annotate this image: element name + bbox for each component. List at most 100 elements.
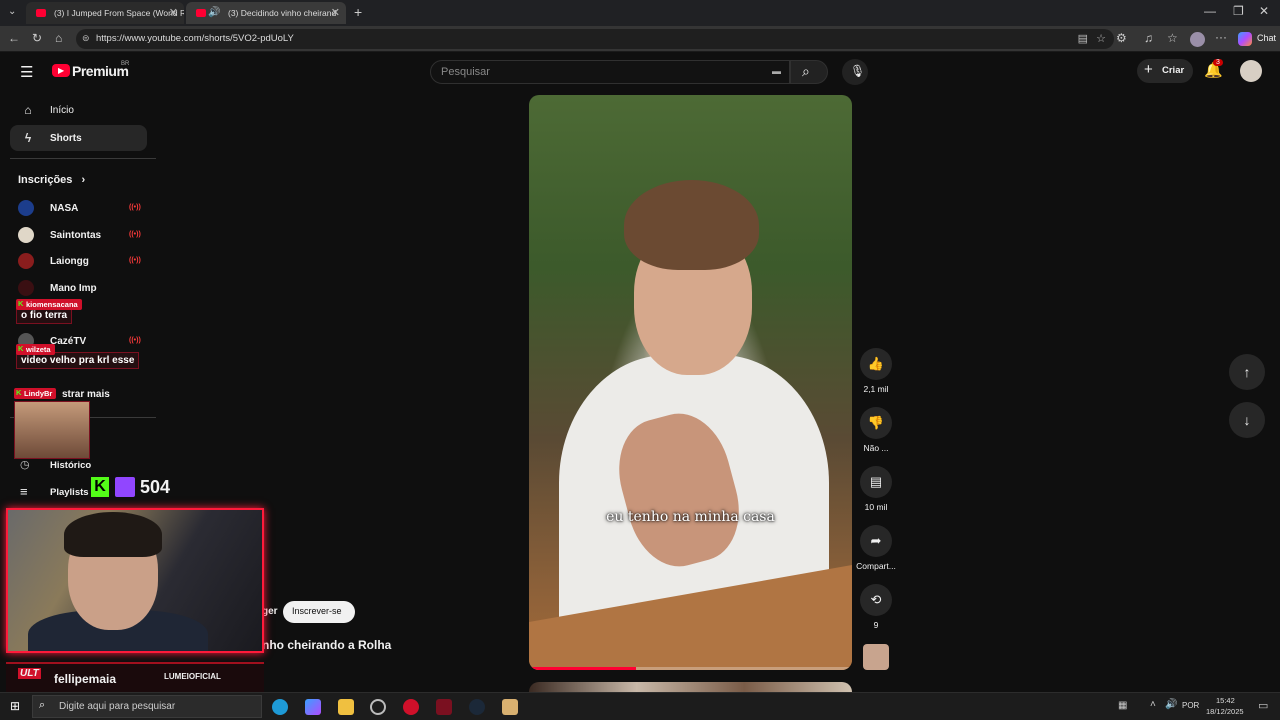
- plus-icon: +: [1144, 61, 1153, 78]
- subscription-item[interactable]: NASA ((•)): [18, 198, 141, 218]
- voice-search-button[interactable]: 🎙: [842, 59, 868, 85]
- copilot-icon[interactable]: [1238, 32, 1252, 46]
- url-field[interactable]: ⊜ https://www.youtube.com/shorts/5VO2-pd…: [76, 29, 1114, 49]
- extensions-icon[interactable]: ⚙: [1116, 31, 1127, 45]
- search-input[interactable]: Pesquisar ▬: [430, 60, 790, 84]
- remix-count: 9: [873, 620, 879, 630]
- taskbar-search-placeholder: Digite aqui para pesquisar: [59, 701, 176, 712]
- more-menu-icon[interactable]: ···: [1215, 30, 1227, 44]
- pinned-app-icon[interactable]: [502, 699, 518, 715]
- chat-username: wilzeta: [16, 344, 55, 355]
- chat-label[interactable]: Chat: [1257, 33, 1276, 43]
- tab-title: (3) I Jumped From Space (World R: [54, 8, 184, 18]
- sidebar-item-shorts[interactable]: ϟ Shorts: [10, 125, 147, 151]
- sidebar-item-label: Início: [50, 104, 74, 116]
- youtube-favicon-icon: [36, 9, 46, 17]
- close-window-icon[interactable]: ✕: [1259, 4, 1269, 18]
- tab-jumped-from-space[interactable]: (3) I Jumped From Space (World R ✕: [26, 2, 184, 24]
- sidebar-item-playlists[interactable]: Playlists: [50, 487, 89, 498]
- subscribe-label: Inscrever-se: [292, 606, 342, 616]
- video-caption: eu tenho na minha casa: [606, 509, 775, 525]
- video-progress-bar[interactable]: [529, 667, 852, 670]
- next-short-button[interactable]: ↓: [1229, 402, 1265, 438]
- channel-avatar: [18, 253, 34, 269]
- profile-avatar[interactable]: [1190, 32, 1205, 47]
- subscription-item[interactable]: Saintontas ((•)): [18, 225, 141, 245]
- keyboard-tray-icon[interactable]: ▦: [1118, 700, 1127, 711]
- previous-short-button[interactable]: ↑: [1229, 354, 1265, 390]
- reader-mode-icon[interactable]: ▤: [1078, 32, 1088, 45]
- chat-message: LindyBr: [14, 388, 90, 459]
- clock-date[interactable]: 18/12/2025: [1206, 707, 1244, 716]
- favorites-icon[interactable]: ☆: [1167, 31, 1178, 45]
- live-indicator-icon: ((•)): [129, 204, 141, 211]
- streamer-name-bar: ULT fellipemaia LUMEIOFICIAL: [6, 662, 264, 692]
- subscription-item[interactable]: Laiongg ((•)): [18, 251, 141, 271]
- remix-button[interactable]: ⟲ 9: [856, 584, 896, 630]
- arrow-down-icon: ↓: [1243, 412, 1251, 428]
- audio-thumbnail[interactable]: [863, 644, 889, 670]
- chevron-up-icon[interactable]: ˄: [1150, 699, 1156, 710]
- shorts-video-player[interactable]: eu tenho na minha casa: [529, 95, 852, 670]
- close-tab-icon[interactable]: ✕: [331, 6, 340, 19]
- new-tab-icon[interactable]: +: [354, 4, 362, 20]
- chat-message: kiomensacana o fio terra: [16, 299, 82, 324]
- video-frame-hair: [624, 180, 759, 270]
- history-icon[interactable]: ◷: [20, 458, 30, 471]
- obs-icon[interactable]: [370, 699, 386, 715]
- comments-button[interactable]: ▤ 10 mil: [856, 466, 896, 512]
- search-button[interactable]: ⌕: [790, 60, 828, 84]
- search-icon: ⌕: [39, 699, 46, 711]
- home-browser-icon[interactable]: ⌂: [55, 31, 62, 45]
- video-title-fragment: nho cheirando a Rolha: [262, 638, 392, 652]
- windows-start-icon[interactable]: ⊞: [10, 699, 20, 713]
- minimize-icon[interactable]: —: [1204, 4, 1216, 18]
- create-label: Criar: [1162, 65, 1185, 76]
- language-indicator[interactable]: POR: [1182, 701, 1199, 710]
- chat-message: wilzeta video velho pra krl esse: [16, 344, 140, 369]
- channel-name: NASA: [50, 202, 79, 214]
- media-icon[interactable]: ♫: [1144, 31, 1153, 45]
- favorite-star-icon[interactable]: ☆: [1096, 32, 1106, 45]
- dislike-label: Não ...: [863, 443, 889, 453]
- subscriptions-header[interactable]: Inscrições ›: [18, 174, 85, 186]
- copilot-app-icon[interactable]: [305, 699, 321, 715]
- chat-image: [14, 401, 90, 459]
- back-icon[interactable]: ←: [8, 31, 20, 45]
- reload-icon[interactable]: ↻: [32, 31, 42, 45]
- subscription-item[interactable]: Mano Imp: [18, 278, 97, 298]
- close-tab-icon[interactable]: ✕: [169, 6, 178, 19]
- clock-time[interactable]: 15:42: [1216, 696, 1235, 705]
- edge-icon[interactable]: [272, 699, 288, 715]
- maximize-icon[interactable]: ❐: [1233, 4, 1244, 18]
- channel-avatar: [18, 200, 34, 216]
- like-icon: 👍: [860, 348, 892, 380]
- stream-app-icon[interactable]: [436, 699, 452, 715]
- channel-name-fragment[interactable]: ger: [262, 606, 278, 617]
- tab-decidindo-vinho[interactable]: 🔊 (3) Decidindo vinho cheirand ✕: [186, 2, 346, 24]
- file-explorer-icon[interactable]: [338, 699, 354, 715]
- account-avatar[interactable]: [1240, 60, 1262, 82]
- notification-center-icon[interactable]: ▭: [1258, 699, 1268, 712]
- like-button[interactable]: 👍 2,1 mil: [856, 348, 896, 394]
- subscribe-button[interactable]: Inscrever-se: [283, 601, 355, 623]
- youtube-music-icon[interactable]: [403, 699, 419, 715]
- sidebar-item-home[interactable]: ⌂ Início: [10, 97, 147, 123]
- steam-icon[interactable]: [469, 699, 485, 715]
- search-placeholder: Pesquisar: [441, 66, 490, 78]
- keyboard-icon[interactable]: ▬: [772, 66, 781, 76]
- sidebar-item-history[interactable]: Histórico: [50, 460, 91, 471]
- video-progress-fill: [529, 667, 636, 670]
- dislike-button[interactable]: 👎 Não ...: [856, 407, 896, 453]
- share-button[interactable]: ➦ Compart...: [856, 525, 896, 571]
- volume-icon[interactable]: 🔊: [1165, 699, 1177, 710]
- playlists-icon[interactable]: ≡: [20, 484, 28, 499]
- chevron-right-icon: ›: [81, 174, 86, 186]
- site-info-icon[interactable]: ⊜: [82, 33, 90, 44]
- search-icon: ⌕: [802, 63, 810, 79]
- tab-list-icon[interactable]: ⌄: [8, 6, 16, 17]
- taskbar-search-input[interactable]: ⌕ Digite aqui para pesquisar: [32, 695, 262, 718]
- create-button[interactable]: + Criar: [1137, 59, 1193, 83]
- chat-username: kiomensacana: [16, 299, 82, 310]
- live-indicator-icon: ((•)): [129, 231, 141, 238]
